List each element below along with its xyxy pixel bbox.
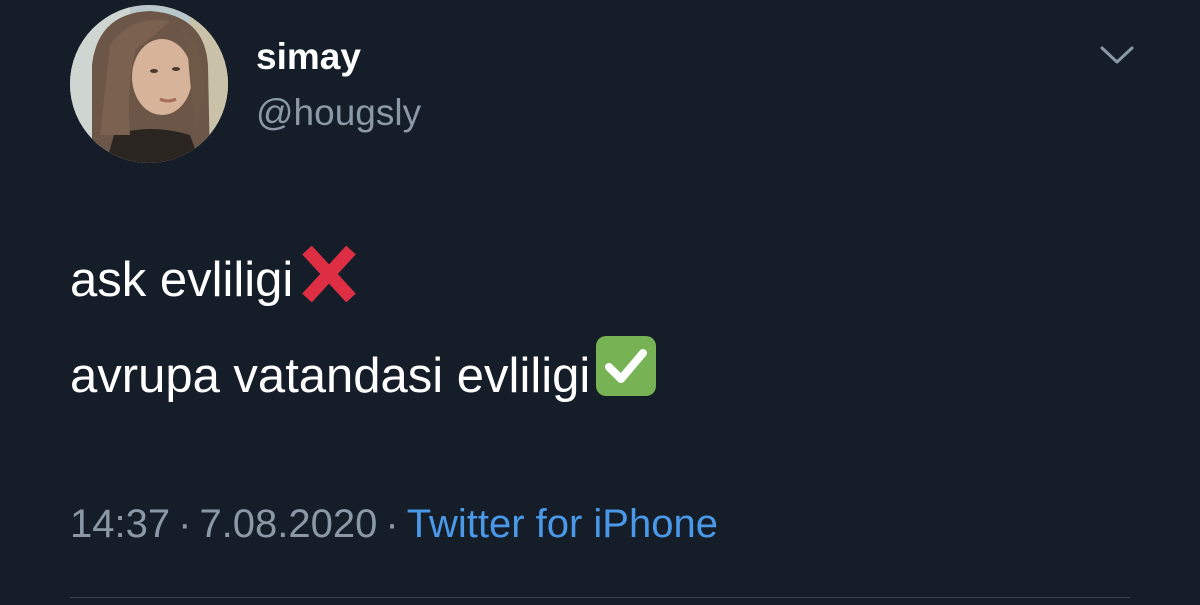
tweet-line-text: ask evliligi — [70, 253, 294, 307]
meta-separator: · — [178, 502, 192, 546]
tweet-meta: 14:37 · 7.08.2020 · Twitter for iPhone — [70, 500, 718, 548]
avatar[interactable] — [70, 5, 228, 163]
cross-mark-icon — [297, 246, 361, 302]
tweet: simay @hougsly ask evliligi avrupa vatan… — [0, 0, 1200, 605]
check-mark-button-icon — [594, 334, 658, 398]
tweet-date[interactable]: 7.08.2020 — [199, 502, 377, 546]
tweet-source-link[interactable]: Twitter for iPhone — [407, 502, 718, 546]
chevron-down-icon[interactable] — [1098, 40, 1136, 70]
tweet-time[interactable]: 14:37 — [70, 502, 170, 546]
profile-photo — [70, 5, 228, 163]
tweet-line-text: avrupa vatandasi evliligi — [70, 349, 591, 403]
divider — [70, 597, 1130, 598]
tweet-line: avrupa vatandasi evliligi — [70, 334, 658, 422]
tweet-line: ask evliligi — [70, 246, 658, 334]
user-handle[interactable]: @hougsly — [256, 90, 421, 136]
tweet-text: ask evliligi avrupa vatandasi evliligi — [70, 246, 658, 422]
display-name[interactable]: simay — [256, 34, 361, 80]
meta-separator: · — [385, 502, 399, 546]
